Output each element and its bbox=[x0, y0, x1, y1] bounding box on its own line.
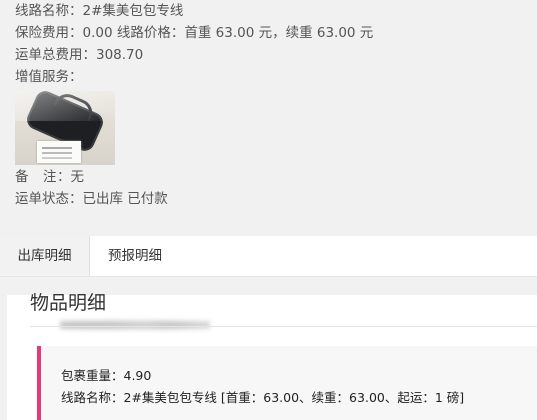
value-added-label: 增值服务： bbox=[15, 69, 83, 85]
line-name-text: 线路名称：2#集美包包专线 bbox=[15, 3, 184, 19]
remark-value: ：无 bbox=[57, 169, 84, 185]
package-weight-text: 包裹重量：4.90 bbox=[61, 368, 152, 383]
wrap-sheen bbox=[15, 91, 115, 121]
tab-outbound-detail[interactable]: 出库明细 bbox=[0, 236, 90, 276]
package-photo[interactable] bbox=[15, 91, 115, 165]
label-paper-shape bbox=[37, 141, 81, 163]
remark-key-1: 备 bbox=[15, 169, 29, 185]
blurred-content bbox=[60, 314, 210, 336]
order-info: 线路名称：2#集美包包专线 保险费用：0.00 线路价格：首重 63.00 元，… bbox=[15, 0, 535, 88]
tab-bar: 出库明细 预报明细 bbox=[0, 236, 537, 277]
remark-key-2: 注 bbox=[43, 169, 57, 185]
divider bbox=[30, 326, 537, 327]
item-detail-title: 物品明细 bbox=[30, 292, 107, 314]
item-line-text: 线路名称：2#集美包包专线 [首重：63.00、续重：63.00、起运：1 磅] bbox=[61, 390, 465, 405]
waybill-status: 运单状态：已出库 已付款 bbox=[15, 191, 168, 207]
tab-forecast-detail[interactable]: 预报明细 bbox=[89, 236, 181, 276]
fees-text: 保险费用：0.00 线路价格：首重 63.00 元，续重 63.00 元 bbox=[15, 25, 374, 41]
remark-row: 备注：无 bbox=[15, 166, 84, 188]
item-card: 包裹重量：4.90 线路名称：2#集美包包专线 [首重：63.00、续重：63.… bbox=[37, 346, 537, 420]
total-fee-text: 运单总费用：308.70 bbox=[15, 47, 144, 63]
